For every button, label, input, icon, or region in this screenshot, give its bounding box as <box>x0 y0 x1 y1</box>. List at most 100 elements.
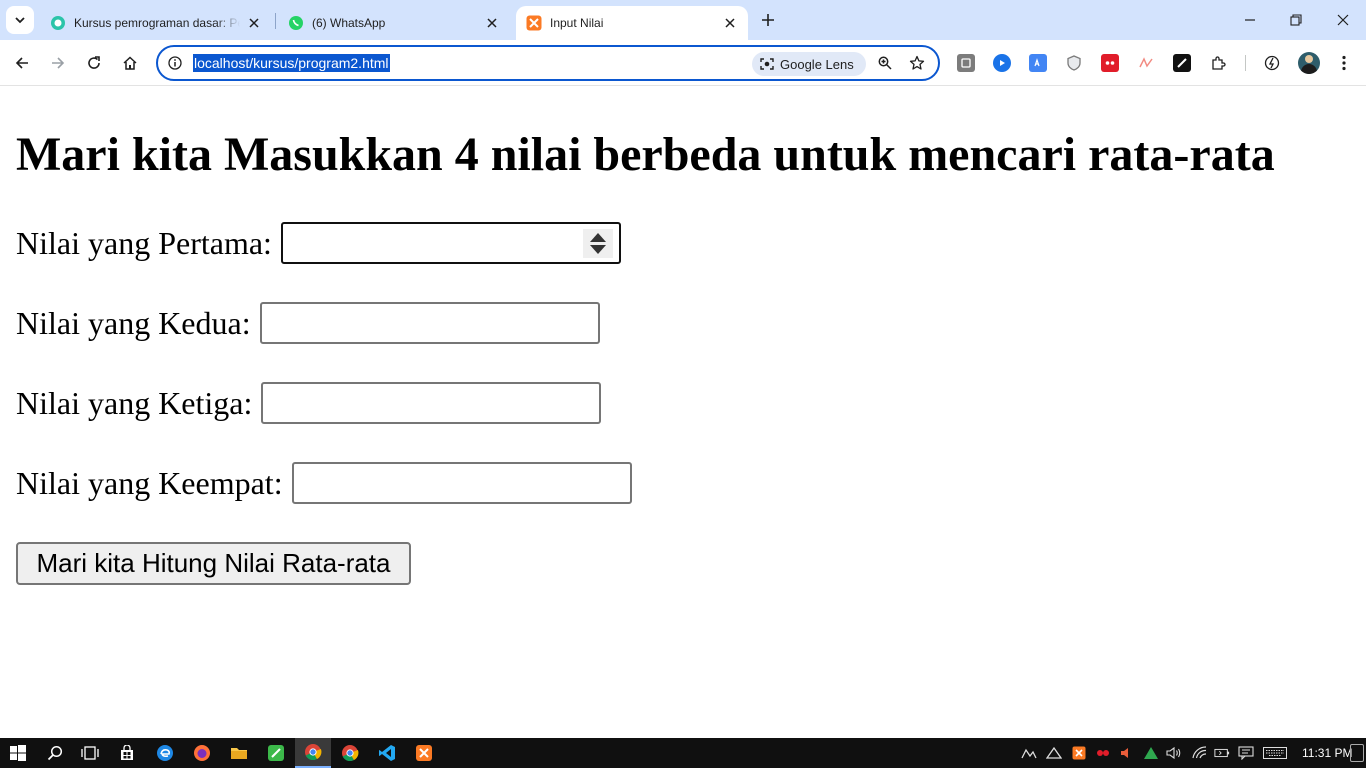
chrome-icon <box>342 745 359 762</box>
nilai-pertama-input[interactable] <box>280 222 621 264</box>
taskbar-clock[interactable]: 11:31 PM <box>1302 738 1352 768</box>
minimize-button[interactable] <box>1240 10 1260 30</box>
green-app-icon <box>268 745 284 761</box>
xampp-icon <box>416 745 432 761</box>
extension-red-icon[interactable] <box>1101 54 1119 72</box>
notepad-plus-app[interactable] <box>265 742 287 764</box>
windows-taskbar: 11:31 PM <box>0 738 1366 768</box>
tray-app-icon[interactable] <box>1046 745 1062 761</box>
reload-button[interactable] <box>83 52 105 74</box>
keyboard-icon[interactable] <box>1263 745 1287 761</box>
nilai-ketiga-input[interactable] <box>261 382 602 424</box>
browser-menu-button[interactable] <box>1333 52 1355 74</box>
performance-icon[interactable] <box>1263 54 1281 72</box>
battery-icon[interactable] <box>1214 745 1230 761</box>
zoom-icon[interactable] <box>876 54 894 72</box>
tab-title: Kursus pemrograman dasar: Pel <box>74 16 240 30</box>
address-bar[interactable]: localhost/kursus/program2.html Google Le… <box>156 45 940 81</box>
tab-whatsapp[interactable]: (6) WhatsApp <box>278 6 510 40</box>
home-button[interactable] <box>119 52 141 74</box>
restore-button[interactable] <box>1286 10 1306 30</box>
shield-extension-icon[interactable] <box>1065 54 1083 72</box>
xampp-app[interactable] <box>413 742 435 764</box>
tab-input-nilai[interactable]: Input Nilai <box>516 6 748 40</box>
extension-tab-icon[interactable] <box>957 54 975 72</box>
forward-button[interactable] <box>47 52 69 74</box>
number-spinner[interactable] <box>582 229 613 258</box>
vscode-app[interactable] <box>376 742 398 764</box>
start-button[interactable] <box>7 742 29 764</box>
close-icon <box>1337 14 1349 26</box>
tab-title: (6) WhatsApp <box>312 16 386 30</box>
google-lens-label: Google Lens <box>780 56 854 72</box>
chrome-icon <box>305 744 322 761</box>
chrome-app-active[interactable] <box>295 738 331 768</box>
profile-avatar[interactable] <box>1298 52 1320 74</box>
url-text[interactable]: localhost/kursus/program2.html <box>193 54 390 72</box>
chevron-down-icon <box>15 17 25 24</box>
message-icon[interactable] <box>1238 745 1254 761</box>
tab-kursus[interactable]: Kursus pemrograman dasar: Pel <box>40 6 272 40</box>
vscode-icon <box>379 745 395 761</box>
store-app[interactable] <box>116 742 138 764</box>
plus-icon <box>762 14 774 26</box>
hitung-rata-rata-button[interactable]: Mari kita Hitung Nilai Rata-rata <box>16 542 411 585</box>
task-view-button[interactable] <box>79 742 101 764</box>
nilai-kedua-input[interactable] <box>259 302 600 344</box>
extensions-puzzle-icon[interactable] <box>1209 54 1227 72</box>
field-label: Nilai yang Kedua: <box>16 304 251 341</box>
store-bag-icon <box>121 745 133 760</box>
wifi-icon[interactable] <box>1192 745 1208 761</box>
field-row-kedua: Nilai yang Kedua: <box>16 302 600 344</box>
search-icon <box>47 745 63 761</box>
codepolitan-favicon-icon <box>50 15 66 31</box>
more-vertical-icon <box>1342 55 1346 71</box>
arrow-left-icon <box>15 57 28 69</box>
file-explorer-app[interactable] <box>228 742 250 764</box>
bookmark-star-icon[interactable] <box>908 54 926 72</box>
field-label: Nilai yang Pertama: <box>16 224 272 261</box>
browser-toolbar: localhost/kursus/program2.html Google Le… <box>0 40 1366 86</box>
search-button[interactable] <box>44 742 66 764</box>
tray-xampp-icon[interactable] <box>1071 745 1087 761</box>
site-info-icon[interactable] <box>166 54 184 72</box>
nilai-keempat-input[interactable] <box>291 462 632 504</box>
tab-title: Input Nilai <box>550 16 604 30</box>
notification-center-icon[interactable] <box>1350 744 1364 762</box>
toolbar-separator <box>1245 55 1246 71</box>
new-tab-button[interactable] <box>758 10 778 30</box>
tray-network-activity-icon[interactable] <box>1021 745 1037 761</box>
google-lens-button[interactable]: Google Lens <box>752 52 866 76</box>
edge-icon <box>157 745 173 761</box>
google-translate-icon[interactable] <box>1029 54 1047 72</box>
field-row-ketiga: Nilai yang Ketiga: <box>16 382 602 424</box>
extension-squiggle-icon[interactable] <box>1137 54 1155 72</box>
arrow-right-icon <box>52 57 65 69</box>
tray-green-triangle-icon[interactable] <box>1143 745 1159 761</box>
tab-close-icon[interactable] <box>484 15 500 31</box>
close-window-button[interactable] <box>1333 10 1353 30</box>
tray-red-app-icon[interactable] <box>1095 745 1111 761</box>
volume-icon[interactable] <box>1166 745 1182 761</box>
page-content: Mari kita Masukkan 4 nilai berbeda untuk… <box>0 87 1366 738</box>
field-row-pertama: Nilai yang Pertama: <box>16 222 621 264</box>
tab-close-icon[interactable] <box>722 15 738 31</box>
camera-lens-icon <box>760 57 774 71</box>
spin-up-icon[interactable] <box>589 233 606 242</box>
spin-down-icon[interactable] <box>589 245 606 254</box>
tray-speaker-red-icon[interactable] <box>1118 745 1134 761</box>
firefox-app[interactable] <box>191 742 213 764</box>
field-label: Nilai yang Keempat: <box>16 464 283 501</box>
whatsapp-favicon-icon <box>288 15 304 31</box>
back-button[interactable] <box>11 52 33 74</box>
extension-play-icon[interactable] <box>993 54 1011 72</box>
chrome-profile-app[interactable] <box>339 742 361 764</box>
edge-app[interactable] <box>154 742 176 764</box>
extension-pen-icon[interactable] <box>1173 54 1191 72</box>
tab-search-button[interactable] <box>6 6 34 34</box>
field-row-keempat: Nilai yang Keempat: <box>16 462 632 504</box>
tab-close-icon[interactable] <box>246 15 262 31</box>
field-label: Nilai yang Ketiga: <box>16 384 253 421</box>
page-heading: Mari kita Masukkan 4 nilai berbeda untuk… <box>16 128 1275 181</box>
reload-icon <box>88 56 100 69</box>
